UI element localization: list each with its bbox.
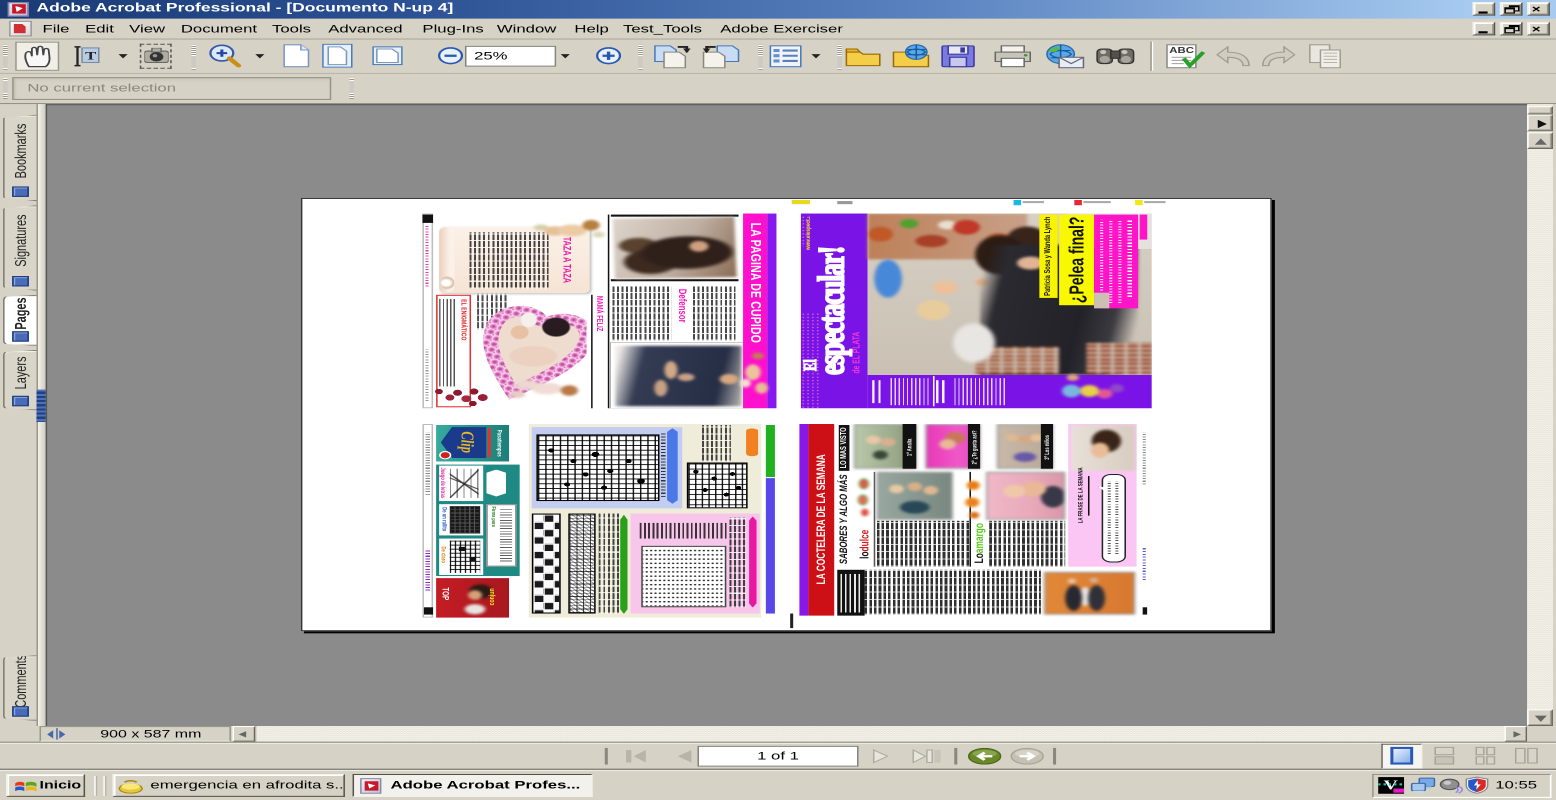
svg-text:ABC: ABC: [1169, 47, 1194, 56]
svg-text:T: T: [85, 50, 97, 63]
